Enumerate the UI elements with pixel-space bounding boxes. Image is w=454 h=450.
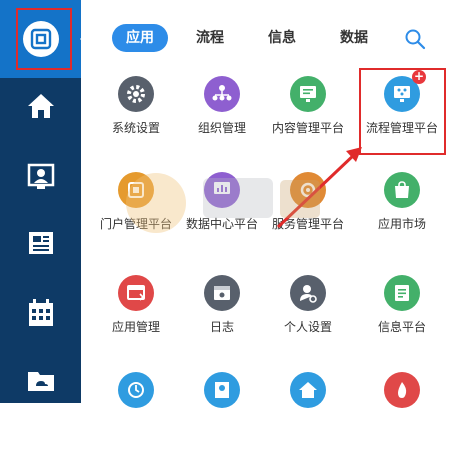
app-label: 信息平台 [377, 320, 426, 334]
app-tile[interactable] [264, 372, 352, 450]
app-app-manage[interactable]: 应用管理 [92, 275, 180, 353]
org-chart-icon [204, 76, 240, 112]
app-label: 应用市场 [377, 217, 426, 231]
shopping-bag-icon [384, 172, 420, 208]
tab-bar: 应用 流程 信息 数据 [108, 24, 438, 52]
highlight-box [359, 68, 446, 155]
tab-apps[interactable]: 应用 [112, 24, 168, 52]
app-personal-settings[interactable]: 个人设置 [264, 275, 352, 353]
app-system-settings[interactable]: 系统设置 [92, 76, 180, 154]
home-icon [27, 94, 54, 118]
tab-process[interactable]: 流程 [188, 24, 232, 52]
news-icon [28, 232, 53, 254]
sidebar-item-contacts[interactable] [0, 146, 81, 206]
app-label: 门户管理平台 [99, 217, 172, 231]
app-manage-icon [118, 275, 154, 311]
search-icon[interactable] [404, 28, 426, 50]
portal-icon [118, 172, 154, 208]
app-label: 应用管理 [111, 320, 160, 334]
sidebar-highlight-box [16, 8, 72, 70]
app-label: 日志 [209, 320, 234, 334]
app-info-platform[interactable]: 信息平台 [358, 275, 446, 353]
app-label: 组织管理 [197, 121, 246, 135]
data-center-icon [204, 172, 240, 208]
sidebar-item-calendar[interactable] [0, 283, 81, 343]
app-market[interactable]: 应用市场 [358, 172, 446, 250]
folder-cloud-icon [27, 372, 54, 391]
app-tile[interactable] [178, 372, 266, 450]
gear-icon [118, 76, 154, 112]
app-log[interactable]: 日志 [178, 275, 266, 353]
content-monitor-icon [290, 76, 326, 112]
sidebar-item-files[interactable] [0, 350, 81, 410]
user-settings-icon [290, 275, 326, 311]
tab-info[interactable]: 信息 [260, 24, 304, 52]
app-org-manage[interactable]: 组织管理 [178, 76, 266, 154]
tab-data[interactable]: 数据 [332, 24, 376, 52]
sidebar-item-home[interactable] [0, 76, 81, 136]
active-pointer [80, 30, 90, 48]
app-label: 个人设置 [283, 320, 332, 334]
sidebar-item-news[interactable] [0, 213, 81, 273]
app-label: 数据中心平台 [185, 217, 258, 231]
app-label: 系统设置 [111, 121, 160, 135]
app-tile[interactable] [92, 372, 180, 450]
contact-icon [27, 163, 54, 189]
calendar-icon [28, 299, 53, 326]
log-icon [204, 275, 240, 311]
annotation-arrow [276, 147, 362, 229]
app-tile[interactable] [358, 372, 446, 450]
app-data-center[interactable]: 数据中心平台 [178, 172, 266, 250]
info-icon [384, 275, 420, 311]
app-portal-platform[interactable]: 门户管理平台 [92, 172, 180, 250]
